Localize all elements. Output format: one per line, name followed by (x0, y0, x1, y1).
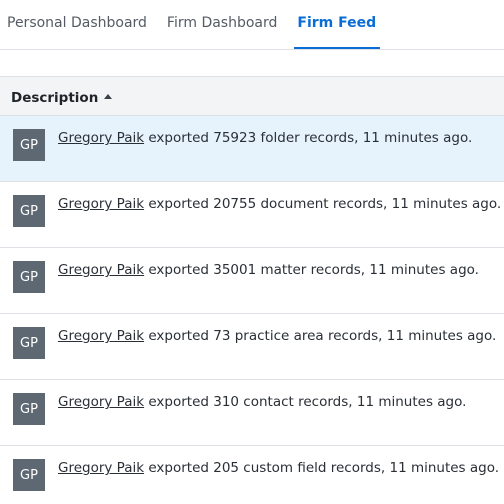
feed-description: Gregory Paik exported 35001 matter recor… (58, 262, 479, 278)
feed-description: Gregory Paik exported 205 custom field r… (58, 460, 499, 476)
avatar: GP (13, 195, 45, 227)
avatar: GP (13, 261, 45, 293)
avatar: GP (13, 327, 45, 359)
user-link[interactable]: Gregory Paik (58, 460, 144, 476)
feed-text: exported 310 contact records, 11 minutes… (144, 394, 467, 410)
tab-personal-dashboard[interactable]: Personal Dashboard (7, 0, 147, 49)
feed-list: GP Gregory Paik exported 75923 folder re… (0, 116, 504, 504)
avatar: GP (13, 459, 45, 491)
user-link[interactable]: Gregory Paik (58, 262, 144, 278)
table-row[interactable]: GP Gregory Paik exported 73 practice are… (0, 314, 504, 380)
description-column-header[interactable]: Description (11, 87, 113, 106)
table-row[interactable]: GP Gregory Paik exported 75923 folder re… (0, 116, 504, 182)
column-header-label: Description (11, 89, 99, 106)
avatar: GP (13, 129, 45, 161)
table-row[interactable]: GP Gregory Paik exported 20755 document … (0, 182, 504, 248)
dashboard-tabs: Personal Dashboard Firm Dashboard Firm F… (0, 0, 504, 50)
feed-description: Gregory Paik exported 20755 document rec… (58, 196, 501, 212)
feed-text: exported 75923 folder records, 11 minute… (144, 130, 473, 146)
avatar: GP (13, 393, 45, 425)
table-row[interactable]: GP Gregory Paik exported 205 custom fiel… (0, 446, 504, 504)
feed-description: Gregory Paik exported 73 practice area r… (58, 328, 496, 344)
feed-text: exported 35001 matter records, 11 minute… (144, 262, 479, 278)
feed-description: Gregory Paik exported 75923 folder recor… (58, 130, 472, 146)
feed-text: exported 205 custom field records, 11 mi… (144, 460, 500, 476)
user-link[interactable]: Gregory Paik (58, 394, 144, 410)
feed-description: Gregory Paik exported 310 contact record… (58, 394, 466, 410)
table-row[interactable]: GP Gregory Paik exported 35001 matter re… (0, 248, 504, 314)
table-row[interactable]: GP Gregory Paik exported 310 contact rec… (0, 380, 504, 446)
sort-ascending-icon (104, 93, 113, 99)
firm-feed-page: Personal Dashboard Firm Dashboard Firm F… (0, 0, 504, 504)
table-header: Description (0, 76, 504, 116)
feed-text: exported 20755 document records, 11 minu… (144, 196, 502, 212)
user-link[interactable]: Gregory Paik (58, 196, 144, 212)
tab-firm-feed[interactable]: Firm Feed (294, 0, 381, 49)
feed-text: exported 73 practice area records, 11 mi… (144, 328, 497, 344)
tab-firm-dashboard[interactable]: Firm Dashboard (167, 0, 277, 49)
user-link[interactable]: Gregory Paik (58, 328, 144, 344)
user-link[interactable]: Gregory Paik (58, 130, 144, 146)
